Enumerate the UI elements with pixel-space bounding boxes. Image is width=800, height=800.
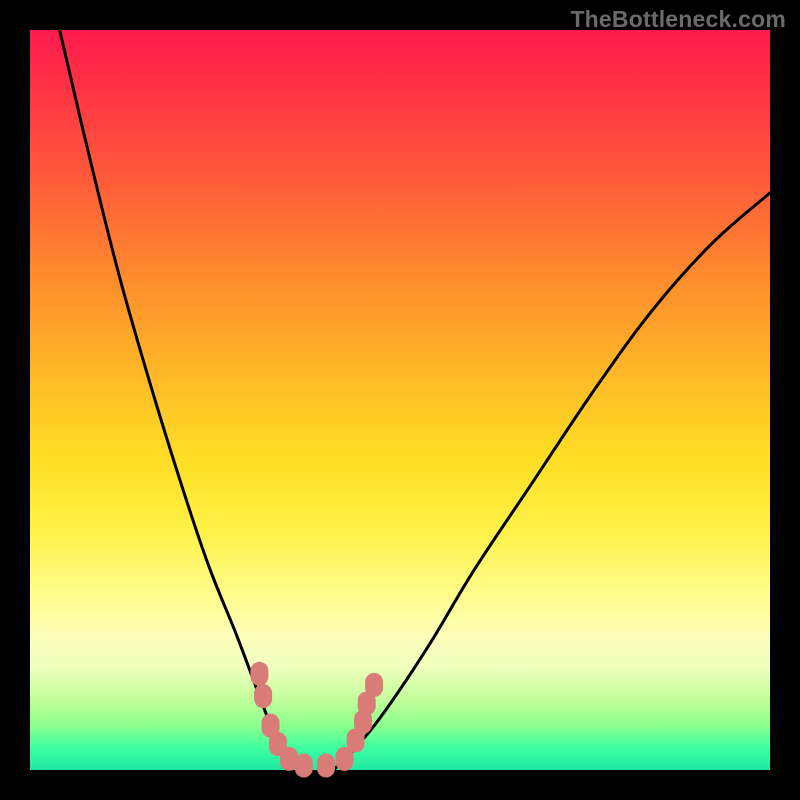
chart-svg <box>30 30 770 770</box>
data-marker <box>295 754 313 778</box>
left-curve <box>60 30 304 770</box>
data-marker <box>254 684 272 708</box>
right-curve <box>333 193 770 770</box>
watermark-text: TheBottleneck.com <box>570 6 786 33</box>
data-marker <box>365 673 383 697</box>
outer-frame: TheBottleneck.com <box>0 0 800 800</box>
data-marker <box>250 662 268 686</box>
data-marker <box>317 754 335 778</box>
marker-group <box>250 662 383 778</box>
